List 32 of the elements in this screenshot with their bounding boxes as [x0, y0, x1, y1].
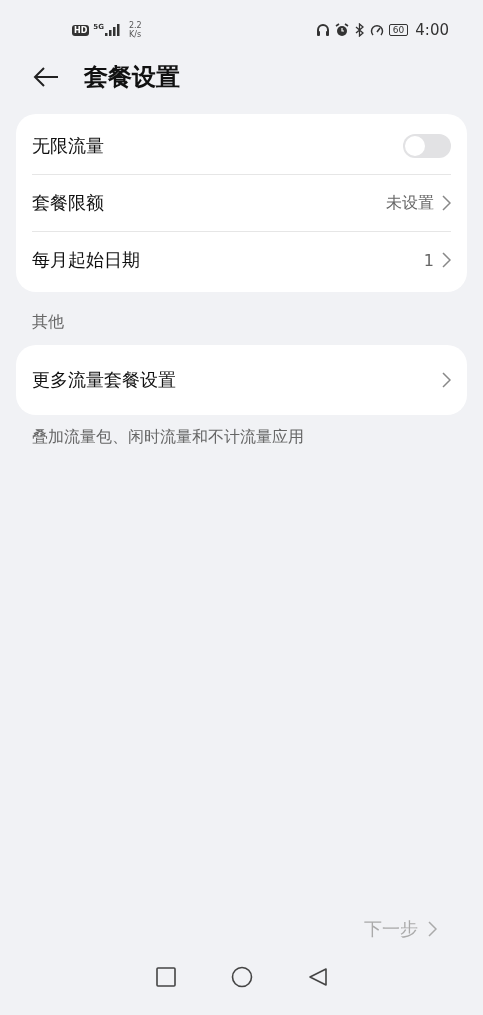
chevron-icon [442, 252, 451, 268]
setting-value: 未设置 [386, 192, 434, 214]
page-title: 套餐设置 [84, 62, 180, 93]
toggle-switch[interactable] [403, 134, 451, 158]
chevron-icon [442, 195, 451, 211]
home-icon[interactable] [230, 966, 253, 988]
bluetooth-icon [353, 23, 365, 37]
setting-row[interactable]: 每月起始日期 1 [32, 232, 451, 288]
clock: 4:00 [415, 21, 449, 39]
speedometer-icon [369, 23, 384, 37]
alarm-icon [334, 23, 349, 37]
chevron-icon [428, 921, 437, 937]
setting-row[interactable]: 更多流量套餐设置 [32, 349, 451, 411]
setting-value: 1 [423, 250, 434, 270]
setting-label: 更多流量套餐设置 [32, 368, 176, 392]
signal-icon [104, 24, 121, 36]
chevron-icon [442, 372, 451, 388]
setting-label: 无限流量 [32, 134, 104, 158]
speed-value: 2.2 [128, 21, 142, 30]
back-button[interactable] [32, 65, 60, 89]
section-description: 叠加流量包、闲时流量和不计流量应用 [31, 426, 305, 448]
recent-apps-icon[interactable] [155, 967, 176, 987]
section-heading: 其他 [31, 311, 65, 333]
back-icon[interactable] [307, 967, 328, 987]
setting-row[interactable]: 无限流量 [32, 118, 451, 174]
speed-unit: K/s [128, 30, 142, 39]
setting-label: 套餐限额 [32, 191, 104, 215]
battery-icon: 60 [388, 24, 409, 36]
headphones-icon [315, 23, 330, 37]
setting-row[interactable]: 套餐限额 未设置 [32, 175, 451, 231]
setting-label: 每月起始日期 [32, 248, 140, 272]
hd-badge: HD [72, 24, 90, 36]
